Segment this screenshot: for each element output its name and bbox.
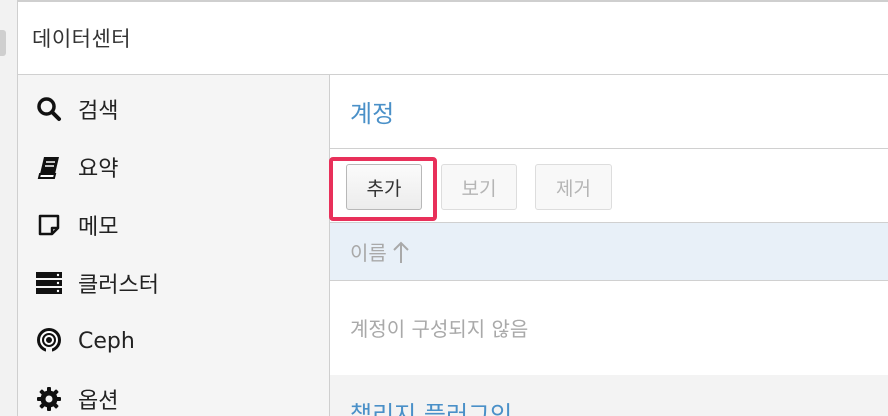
sidebar-item-label: 클러스터 (78, 273, 159, 298)
ceph-icon (34, 326, 64, 356)
section-title: 챌리지 플러그인 (350, 401, 513, 416)
add-button[interactable]: 추가 (346, 164, 422, 210)
panel-title: 계정 (350, 100, 395, 128)
grid-body: 계정이 구성되지 않음 (330, 281, 888, 375)
column-header-name[interactable]: 이름 (350, 237, 387, 266)
sidebar-item-label: 옵션 (78, 389, 119, 414)
empty-message: 계정이 구성되지 않음 (350, 317, 529, 341)
sort-ascending-icon (393, 240, 409, 264)
sidebar-item-summary[interactable]: 요약 (18, 138, 329, 196)
strip-handle (0, 30, 6, 56)
sidebar-item-label: 검색 (78, 99, 119, 124)
grid-header: 이름 (330, 223, 888, 281)
view-button[interactable]: 보기 (441, 164, 517, 210)
left-edge-strip (0, 0, 18, 416)
sidebar-item-label: 요약 (78, 157, 119, 182)
note-icon (34, 210, 64, 240)
page-title: 데이터센터 (32, 27, 132, 51)
title-bar: 데이터센터 (18, 2, 888, 75)
sidebar-item-search[interactable]: 검색 (18, 80, 329, 138)
main-content: 계정 추가 보기 제거 이름 계정이 구성되지 않음 챌리지 플러그인 (329, 75, 888, 416)
sidebar-item-label: 메모 (78, 215, 119, 240)
panel-header: 계정 (330, 75, 888, 149)
gear-icon (34, 384, 64, 414)
sidebar-item-notes[interactable]: 메모 (18, 196, 329, 254)
server-icon (34, 268, 64, 298)
next-section: 챌리지 플러그인 (330, 375, 888, 416)
book-icon (34, 152, 64, 182)
sidebar: 검색 요약 메모 클러스터 Ceph 옵션 (18, 75, 330, 416)
sidebar-item-cluster[interactable]: 클러스터 (18, 254, 329, 312)
toolbar: 추가 보기 제거 (329, 149, 888, 223)
sidebar-item-options[interactable]: 옵션 (18, 370, 329, 416)
sidebar-item-ceph[interactable]: Ceph (18, 312, 329, 370)
remove-button[interactable]: 제거 (535, 164, 612, 210)
sidebar-item-label: Ceph (78, 328, 135, 354)
search-icon (34, 94, 64, 124)
